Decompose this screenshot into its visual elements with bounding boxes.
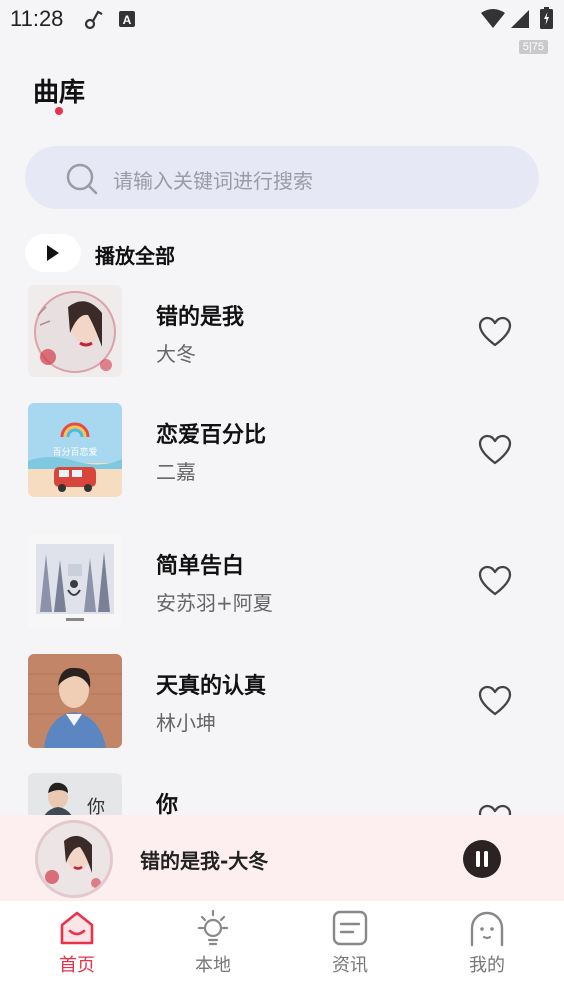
heart-icon[interactable] (478, 804, 512, 815)
list-item[interactable]: 百分百恋爱 恋爱百分比 二嘉 (0, 403, 564, 503)
album-cover: 百分百恋爱 (28, 403, 122, 497)
link-icon (84, 8, 104, 34)
list-item[interactable]: 简单告白 安苏羽+阿夏 (0, 534, 564, 634)
tab-news[interactable]: 资讯 (310, 909, 390, 983)
bottom-nav: 首页 本地 资讯 我的 (0, 901, 564, 1004)
album-cover (28, 285, 122, 377)
song-artist: 二嘉 (156, 460, 196, 484)
search-icon (66, 163, 98, 195)
song-artist: 大冬 (156, 342, 196, 366)
song-title: 天真的认真 (156, 674, 267, 699)
tab-home[interactable]: 首页 (37, 909, 117, 983)
fps-badge: 5|75 (518, 40, 548, 54)
pause-icon (476, 851, 488, 867)
list-item[interactable]: 天真的认真 林小坤 (0, 654, 564, 754)
profile-icon (470, 911, 504, 947)
bulb-icon (197, 909, 229, 946)
search-bar[interactable]: 请输入关键词进行搜索 (25, 146, 539, 209)
title-indicator-dot (55, 107, 63, 115)
wifi-icon (480, 9, 506, 33)
signal-icon (510, 9, 530, 33)
heart-icon[interactable] (478, 565, 512, 597)
song-artist: 安苏羽+阿夏 (156, 591, 273, 615)
song-list: 错的是我 大冬 百分百恋爱 恋爱百分比 二嘉 简单告白 安苏羽+阿夏 天真的认真… (0, 285, 564, 815)
heart-icon[interactable] (478, 434, 512, 466)
song-title: 你 (156, 793, 179, 815)
play-icon (47, 245, 59, 261)
tab-label: 资讯 (332, 955, 368, 976)
tab-profile[interactable]: 我的 (447, 909, 527, 983)
album-cover (28, 534, 122, 628)
cover-text: 百分百恋爱 (52, 446, 97, 458)
song-title: 恋爱百分比 (156, 423, 267, 448)
tab-local[interactable]: 本地 (173, 909, 253, 983)
album-cover: 你 (28, 773, 122, 815)
now-playing-cover[interactable] (38, 823, 110, 895)
tab-label: 本地 (195, 955, 231, 976)
tab-label: 我的 (469, 955, 505, 976)
home-icon (60, 911, 94, 945)
heart-icon[interactable] (478, 316, 512, 348)
tab-label: 首页 (59, 955, 95, 976)
status-time: 11:28 (10, 6, 64, 31)
a-icon: A (118, 10, 136, 32)
page-title: 曲库 (33, 78, 86, 108)
status-bar: 11:28 A 5|75 (0, 0, 564, 56)
news-icon (332, 910, 368, 946)
play-all-label[interactable]: 播放全部 (95, 240, 175, 269)
pause-button[interactable] (463, 840, 501, 878)
song-artist: 林小坤 (156, 711, 216, 735)
play-all-button[interactable] (25, 234, 81, 272)
album-cover (28, 654, 122, 748)
song-title: 错的是我 (156, 305, 245, 330)
now-playing-title[interactable]: 错的是我-大冬 (140, 845, 268, 874)
list-item[interactable]: 错的是我 大冬 (0, 285, 564, 385)
battery-icon (540, 7, 553, 33)
list-item[interactable]: 你 你 (0, 773, 564, 815)
search-input[interactable]: 请输入关键词进行搜索 (113, 165, 313, 194)
song-title: 简单告白 (156, 554, 245, 579)
cover-text: 你 (87, 797, 105, 815)
heart-icon[interactable] (478, 685, 512, 717)
svg-text:A: A (123, 13, 132, 27)
